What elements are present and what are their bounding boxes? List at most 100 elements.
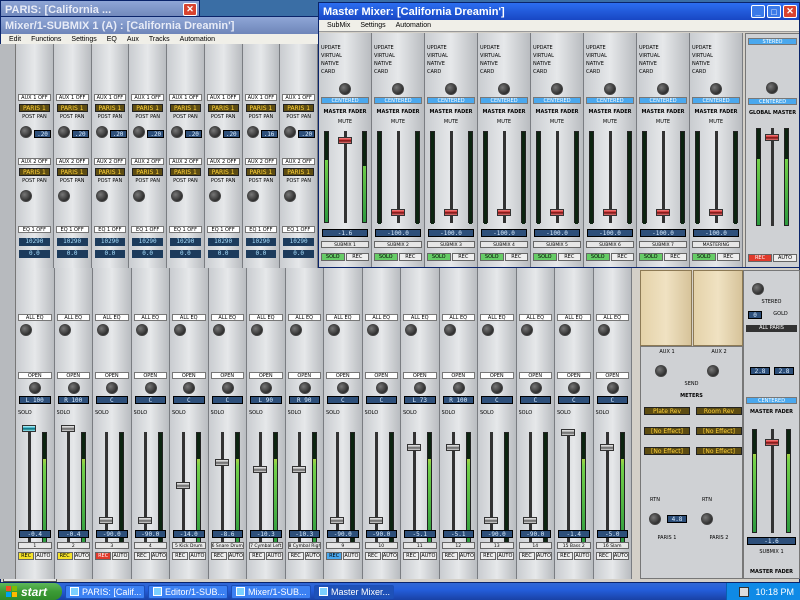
- eq1-label[interactable]: EQ 1 OFF: [55, 226, 89, 233]
- channel-fader-cap[interactable]: [599, 444, 614, 451]
- pan-value[interactable]: R 90: [288, 396, 320, 404]
- aux1-label[interactable]: AUX 1 OFF: [206, 94, 240, 101]
- all-eq-label[interactable]: ALL EQ: [518, 314, 552, 321]
- gold-knob[interactable]: [752, 283, 764, 295]
- pan-value[interactable]: C: [173, 396, 205, 404]
- open-label[interactable]: OPEN: [133, 372, 167, 379]
- aux1-label[interactable]: AUX 1 OFF: [282, 94, 315, 101]
- pan-value[interactable]: C: [481, 396, 513, 404]
- speaker-icon[interactable]: [739, 586, 750, 597]
- all-eq-label[interactable]: ALL EQ: [18, 314, 52, 321]
- aux2-send-knob[interactable]: [57, 190, 70, 202]
- pan-value[interactable]: C: [96, 396, 128, 404]
- auto-button[interactable]: AUTO: [227, 552, 244, 560]
- trim-knob[interactable]: [212, 324, 225, 336]
- submix-titlebar[interactable]: Mixer/1-SUBMIX 1 (A) : [California Dream…: [1, 17, 319, 34]
- solo-mute-label[interactable]: SOLO: [442, 410, 476, 417]
- auto-button[interactable]: AUTO: [497, 552, 514, 560]
- auto-button[interactable]: AUTO: [612, 552, 629, 560]
- eq1-gain[interactable]: 0.0: [56, 250, 88, 258]
- solo-mute-label[interactable]: SOLO: [326, 410, 360, 417]
- auto-button[interactable]: AUTO: [535, 552, 552, 560]
- eq1-frequency[interactable]: 10290: [132, 238, 163, 246]
- all-eq-label[interactable]: ALL EQ: [287, 314, 321, 321]
- rec-button[interactable]: REC: [518, 552, 535, 560]
- auto-button[interactable]: AUTO: [35, 552, 52, 560]
- close-icon[interactable]: ✕: [183, 3, 197, 16]
- submix-fader-cap[interactable]: [391, 209, 405, 216]
- channel-fader-cap[interactable]: [176, 481, 190, 489]
- aux1-send-knob[interactable]: [95, 126, 108, 138]
- native-option[interactable]: NATIVE: [533, 61, 581, 68]
- rtn-right-knob[interactable]: [701, 513, 713, 525]
- aux2-target[interactable]: PARIS 1: [19, 168, 50, 176]
- aux2-target[interactable]: PARIS 1: [132, 168, 163, 176]
- solo-button[interactable]: SOLO: [533, 253, 557, 261]
- menu-settings[interactable]: Settings: [360, 22, 385, 29]
- channel-name[interactable]: 10: [364, 542, 398, 549]
- menu-functions[interactable]: Functions: [31, 36, 61, 43]
- aux1-send-knob[interactable]: [208, 126, 221, 138]
- card-option[interactable]: CARD: [374, 69, 422, 76]
- aux1-label[interactable]: AUX 1 OFF: [55, 94, 89, 101]
- centered-button[interactable]: CENTERED: [692, 97, 740, 104]
- submix-fader-cap[interactable]: [709, 209, 723, 216]
- pan-value[interactable]: L 73: [404, 396, 436, 404]
- update-option[interactable]: UPDATE: [374, 45, 422, 52]
- channel-fader-cap[interactable]: [253, 466, 267, 474]
- menu-eq[interactable]: EQ: [107, 36, 117, 43]
- pan-knob[interactable]: [67, 382, 80, 394]
- pan-value[interactable]: R 100: [442, 396, 474, 404]
- pan-value[interactable]: R 100: [57, 396, 89, 404]
- aux1-send-knob[interactable]: [655, 365, 667, 377]
- solo-mute-label[interactable]: SOLO: [365, 410, 399, 417]
- aux1-target[interactable]: PARIS 1: [94, 104, 126, 112]
- virtual-option[interactable]: VIRTUAL: [692, 53, 740, 60]
- auto-button[interactable]: AUTO: [343, 552, 360, 560]
- auto-button[interactable]: AUTO: [381, 552, 398, 560]
- rec-button[interactable]: REC: [504, 253, 528, 261]
- channel-fader-cap[interactable]: [214, 459, 229, 467]
- all-eq-label[interactable]: ALL EQ: [249, 314, 283, 321]
- menu-submix[interactable]: SubMix: [327, 22, 350, 29]
- submix-fader-cap[interactable]: [656, 209, 670, 216]
- auto-button[interactable]: AUTO: [189, 552, 206, 560]
- rec-button[interactable]: REC: [364, 552, 381, 560]
- mute-label[interactable]: MUTE: [692, 119, 740, 126]
- solo-mute-label[interactable]: SOLO: [172, 410, 206, 417]
- submix-fader-cap[interactable]: [550, 209, 564, 216]
- rec-button[interactable]: REC: [287, 552, 304, 560]
- trim-knob[interactable]: [482, 324, 494, 336]
- maximize-icon[interactable]: □: [767, 5, 781, 18]
- solo-mute-label[interactable]: SOLO: [57, 410, 91, 417]
- menu-automation[interactable]: Automation: [180, 36, 215, 43]
- rec-button[interactable]: REC: [210, 552, 227, 560]
- paris-titlebar[interactable]: PARIS: [California ... ✕: [1, 1, 199, 16]
- update-option[interactable]: UPDATE: [321, 45, 369, 52]
- virtual-option[interactable]: VIRTUAL: [321, 53, 369, 60]
- centered-button[interactable]: CENTERED: [321, 97, 369, 104]
- open-label[interactable]: OPEN: [287, 372, 321, 379]
- pan-value[interactable]: C: [519, 396, 551, 404]
- menu-settings[interactable]: Settings: [71, 36, 96, 43]
- aux2-target[interactable]: PARIS 1: [56, 168, 88, 176]
- virtual-option[interactable]: VIRTUAL: [480, 53, 528, 60]
- trim-knob[interactable]: [97, 324, 109, 336]
- rec-button[interactable]: REC: [403, 552, 420, 560]
- mute-label[interactable]: MUTE: [480, 119, 528, 126]
- aux2-send-knob[interactable]: [208, 190, 221, 202]
- channel-name[interactable]: 12: [441, 542, 475, 549]
- master-titlebar[interactable]: Master Mixer: [California Dreamin'] _ □ …: [319, 3, 799, 20]
- open-label[interactable]: OPEN: [326, 372, 360, 379]
- rec-button[interactable]: REC: [95, 552, 112, 560]
- all-eq-label[interactable]: ALL EQ: [595, 314, 629, 321]
- channel-name[interactable]: 13: [480, 542, 514, 549]
- plate-rev-effect[interactable]: Plate Rev: [644, 407, 690, 415]
- eq1-frequency[interactable]: 10290: [245, 238, 277, 246]
- open-label[interactable]: OPEN: [518, 372, 552, 379]
- channel-name[interactable]: 3: [95, 542, 129, 549]
- solo-button[interactable]: SOLO: [639, 253, 663, 261]
- submix-fader-cap[interactable]: [497, 209, 511, 216]
- pan-value[interactable]: C: [365, 396, 397, 404]
- trim-knob[interactable]: [58, 324, 71, 336]
